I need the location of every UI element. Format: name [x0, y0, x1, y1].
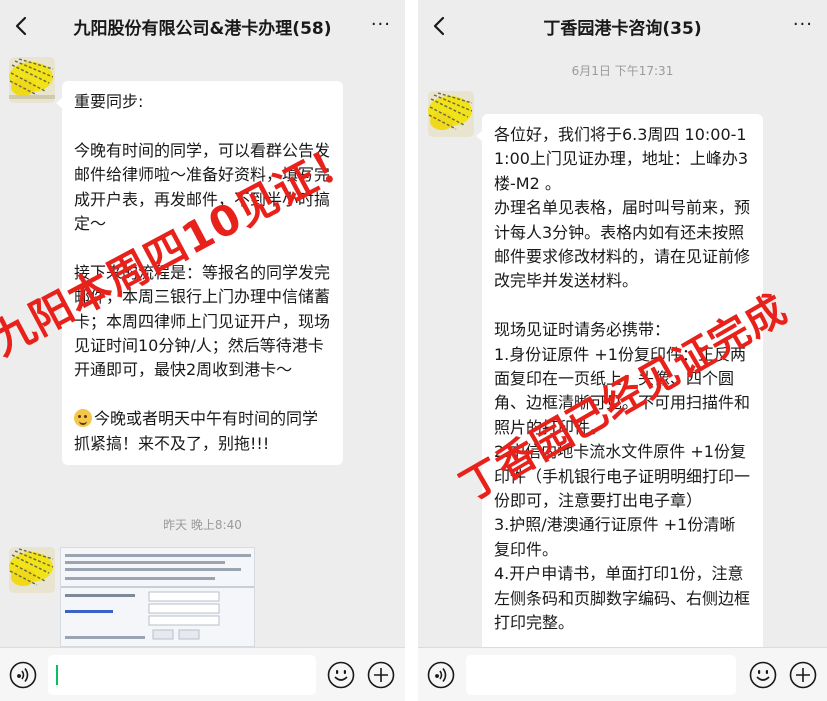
text-caret: [56, 665, 58, 685]
emoji-icon[interactable]: [326, 660, 356, 690]
message-line: 2.中信内地卡流水文件原件 +1份复印件（手机银行电子证明明细打印一份即可，注意…: [494, 442, 751, 511]
message-line: 现场见证时请务必携带：: [494, 320, 671, 340]
message-line: 接下来的流程是：等报名的同学发完邮件，本周三银行上门办理中信储蓄卡；本周四律师上…: [74, 262, 331, 380]
grin-emoji-icon: [74, 409, 92, 428]
message-input[interactable]: [466, 655, 736, 695]
message-line: 1.身份证原件 +1份复印件：正反两面复印在一页纸上，头像、四个圆角、边框清晰可…: [494, 344, 751, 437]
message-bubble[interactable]: 重要同步: 今晚有时间的同学，可以看群公告发邮件给律师啦～准备好资料，填写完成开…: [56, 81, 343, 466]
message-bubble[interactable]: 各位好，我们将于6.3周四 10:00-11:00上门见证办理，地址：上峰办3楼…: [476, 114, 763, 654]
voice-icon[interactable]: [8, 660, 38, 690]
chat-title: 九阳股份有限公司&港卡办理(58): [73, 19, 332, 39]
message-line: 各位好，我们将于6.3周四 10:00-11:00上门见证办理，地址：上峰办3楼…: [494, 125, 749, 193]
message-line: 今晚或者明天中午有时间的同学抓紧搞！来不及了，别拖!!!: [74, 409, 319, 453]
message-line: 重要同步:: [74, 92, 144, 111]
timestamp: 昨天 晚上8:40: [163, 518, 242, 532]
message-line: 4.开户申请书，单面打印1份，注意左侧条码和页脚数字编码、右侧边框打印完整。: [494, 564, 751, 633]
chevron-left-icon[interactable]: [428, 12, 452, 40]
left-chat-window: 九阳股份有限公司&港卡办理(58) ··· 重要同步: 今晚有时间的同学，可以看…: [0, 0, 405, 701]
more-dots-icon[interactable]: ···: [371, 14, 391, 36]
message-line: 办理名单见表格，届时叫号前来，预计每人3分钟。表格内如有还未按照邮件要求修改材料…: [494, 198, 751, 291]
chat-title: 丁香园港卡咨询(35): [543, 19, 702, 39]
message-line: 今晚有时间的同学，可以看群公告发邮件给律师啦～准备好资料，填写完成开户表，再发邮…: [74, 140, 331, 234]
more-dots-icon[interactable]: ···: [793, 14, 813, 36]
input-bar: [418, 647, 827, 701]
image-message-thumbnail[interactable]: [60, 547, 255, 647]
voice-icon[interactable]: [426, 660, 456, 690]
avatar[interactable]: [9, 57, 55, 103]
plus-icon[interactable]: [366, 660, 396, 690]
message-line: 3.护照/港澳通行证原件 +1份清晰复印件。: [494, 515, 736, 559]
avatar[interactable]: [428, 91, 474, 137]
message-input[interactable]: [48, 655, 316, 695]
plus-icon[interactable]: [788, 660, 818, 690]
emoji-icon[interactable]: [748, 660, 778, 690]
right-nav-bar: 丁香园港卡咨询(35) ···: [418, 0, 827, 52]
timestamp: 6月1日 下午17:31: [571, 64, 674, 78]
left-nav-bar: 九阳股份有限公司&港卡办理(58) ···: [0, 0, 405, 52]
input-bar: [0, 647, 405, 701]
right-chat-window: 丁香园港卡咨询(35) ··· 6月1日 下午17:31 各位好，我们将于6.3…: [418, 0, 827, 701]
chevron-left-icon[interactable]: [10, 12, 34, 40]
avatar[interactable]: [9, 547, 55, 593]
